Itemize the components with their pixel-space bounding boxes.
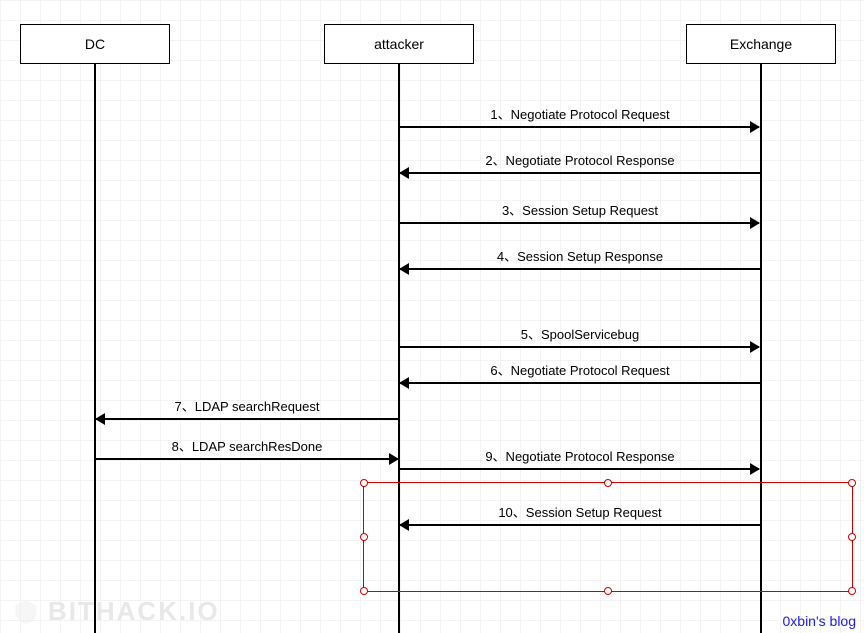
watermark-text: BITHACK.IO	[48, 596, 220, 627]
lifeline-dc	[94, 64, 96, 633]
msg-1-arrow	[400, 126, 759, 128]
handle-n[interactable]	[604, 479, 612, 487]
actor-dc: DC	[20, 24, 170, 64]
msg-4-arrow	[400, 268, 760, 270]
handle-se[interactable]	[848, 587, 856, 595]
msg-2-arrow	[400, 172, 760, 174]
msg-9-arrow	[400, 468, 759, 470]
handle-ne[interactable]	[848, 479, 856, 487]
handle-sw[interactable]	[360, 587, 368, 595]
msg-1-label: 1、Negotiate Protocol Request	[400, 104, 760, 123]
msg-5-label: 5、SpoolServicebug	[400, 324, 760, 343]
msg-4-label: 4、Session Setup Response	[400, 246, 760, 265]
actor-exchange-label: Exchange	[730, 36, 792, 52]
handle-w[interactable]	[360, 533, 368, 541]
selection-box[interactable]	[363, 482, 853, 592]
credit-text: 0xbin's blog	[783, 613, 857, 629]
msg-6-arrow	[400, 382, 760, 384]
msg-8-arrow	[96, 458, 398, 460]
msg-8-label: 8、LDAP searchResDone	[96, 436, 398, 455]
actor-dc-label: DC	[85, 36, 105, 52]
handle-nw[interactable]	[360, 479, 368, 487]
handle-s[interactable]	[604, 587, 612, 595]
msg-7-label: 7、LDAP searchRequest	[96, 396, 398, 415]
msg-2-label: 2、Negotiate Protocol Response	[400, 150, 760, 169]
shield-icon	[12, 598, 40, 626]
msg-3-label: 3、Session Setup Request	[400, 200, 760, 219]
actor-attacker: attacker	[324, 24, 474, 64]
msg-9-label: 9、Negotiate Protocol Response	[400, 446, 760, 465]
handle-e[interactable]	[848, 533, 856, 541]
actor-exchange: Exchange	[686, 24, 836, 64]
msg-3-arrow	[400, 222, 759, 224]
msg-5-arrow	[400, 346, 759, 348]
watermark: BITHACK.IO	[12, 596, 220, 627]
msg-6-label: 6、Negotiate Protocol Request	[400, 360, 760, 379]
actor-attacker-label: attacker	[374, 36, 424, 52]
msg-7-arrow	[96, 418, 398, 420]
